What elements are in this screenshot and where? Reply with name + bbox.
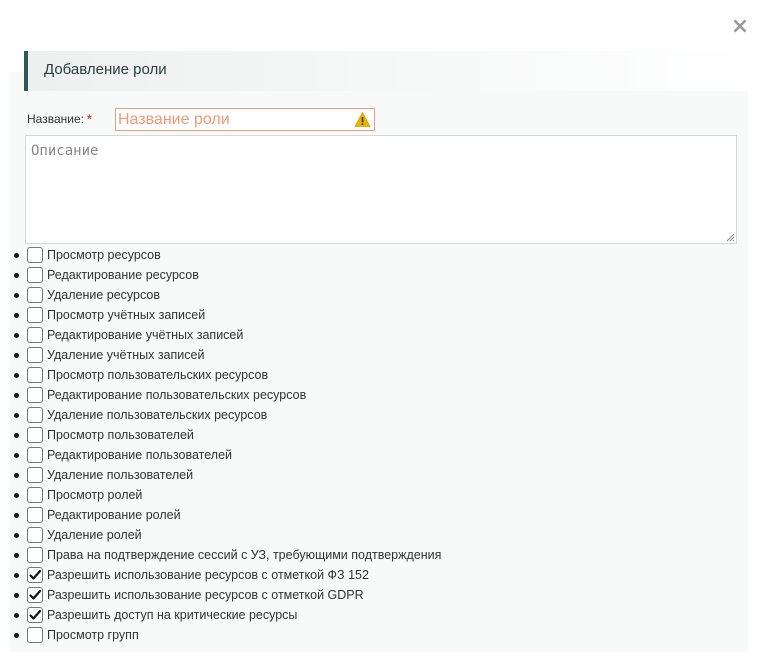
permission-label: Разрешить использование ресурсов с отмет… [47, 588, 364, 602]
permission-item: Удаление ролей [0, 525, 700, 545]
name-field[interactable] [115, 108, 375, 131]
bullet [14, 553, 19, 558]
dialog-title: Добавление роли [44, 61, 167, 78]
permission-label: Разрешить использование ресурсов с отмет… [47, 568, 369, 582]
permission-item: Редактирование пользовательских ресурсов [0, 385, 700, 405]
permission-item: Редактирование учётных записей [0, 325, 700, 345]
permission-item: Разрешить использование ресурсов с отмет… [0, 585, 700, 605]
permission-label: Удаление ресурсов [47, 288, 160, 302]
name-label: Название: * [27, 112, 92, 126]
permission-item: Разрешить доступ на критические ресурсы [0, 605, 700, 625]
bullet [14, 493, 19, 498]
permission-label: Редактирование ресурсов [47, 268, 199, 282]
bullet [14, 373, 19, 378]
bullet [14, 333, 19, 338]
permission-label: Редактирование пользователей [47, 448, 233, 462]
permission-checkbox[interactable] [27, 547, 43, 563]
required-marker: * [86, 112, 92, 126]
permission-checkbox[interactable] [27, 407, 43, 423]
bullet [14, 273, 19, 278]
dialog-header: Добавление роли [24, 51, 748, 91]
bullet [14, 613, 19, 618]
permission-item: Разрешить использование ресурсов с отмет… [0, 565, 700, 585]
permission-label: Удаление учётных записей [47, 348, 205, 362]
close-button[interactable]: × [730, 16, 750, 38]
permission-item: Просмотр ресурсов [0, 245, 700, 265]
permission-item: Просмотр учётных записей [0, 305, 700, 325]
permission-label: Просмотр ресурсов [47, 248, 161, 262]
permission-label: Редактирование учётных записей [47, 328, 244, 342]
permission-checkbox[interactable] [27, 527, 43, 543]
bullet [14, 453, 19, 458]
bullet [14, 513, 19, 518]
permission-label: Просмотр ролей [47, 488, 143, 502]
checkmark-icon [29, 589, 42, 600]
permissions-list: Просмотр ресурсов Редактирование ресурсо… [0, 245, 700, 645]
bullet [14, 293, 19, 298]
description-textarea[interactable] [25, 135, 737, 244]
bullet [14, 393, 19, 398]
permission-checkbox[interactable] [27, 447, 43, 463]
permission-checkbox[interactable] [27, 487, 43, 503]
checkmark-icon [29, 569, 42, 580]
permission-checkbox[interactable] [27, 387, 43, 403]
bullet [14, 573, 19, 578]
permission-item: Удаление пользователей [0, 465, 700, 485]
bullet [14, 473, 19, 478]
permission-checkbox-checked[interactable] [27, 567, 43, 583]
bullet [14, 433, 19, 438]
permission-item: Редактирование ресурсов [0, 265, 700, 285]
permission-label: Просмотр групп [47, 628, 139, 642]
bullet [14, 633, 19, 638]
bullet [14, 313, 19, 318]
permission-checkbox[interactable] [27, 327, 43, 343]
name-input[interactable] [118, 110, 348, 129]
permission-checkbox[interactable] [27, 347, 43, 363]
permission-label: Редактирование пользовательских ресурсов [47, 388, 307, 402]
permission-item: Просмотр групп [0, 625, 700, 645]
permission-label: Права на подтверждение сессий с УЗ, треб… [47, 548, 442, 562]
permission-label: Просмотр учётных записей [47, 308, 206, 322]
permission-item: Удаление пользовательских ресурсов [0, 405, 700, 425]
permission-label: Редактирование ролей [47, 508, 181, 522]
permission-checkbox[interactable] [27, 427, 43, 443]
permission-label: Удаление ролей [47, 528, 142, 542]
bullet [14, 353, 19, 358]
permission-label: Удаление пользовательских ресурсов [47, 408, 268, 422]
permission-label: Разрешить доступ на критические ресурсы [47, 608, 298, 622]
permission-checkbox[interactable] [27, 627, 43, 643]
permission-label: Просмотр пользовательских ресурсов [47, 368, 269, 382]
permission-item: Просмотр пользователей [0, 425, 700, 445]
permission-label: Удаление пользователей [47, 468, 194, 482]
resize-grip-icon[interactable] [725, 232, 735, 242]
permission-checkbox[interactable] [27, 267, 43, 283]
permission-checkbox[interactable] [27, 367, 43, 383]
permission-checkbox[interactable] [27, 467, 43, 483]
permission-label: Просмотр пользователей [47, 428, 194, 442]
bullet [14, 593, 19, 598]
warning-triangle-icon [354, 112, 371, 127]
permission-checkbox[interactable] [27, 287, 43, 303]
permission-item: Редактирование ролей [0, 505, 700, 525]
permission-checkbox[interactable] [27, 247, 43, 263]
permission-item: Просмотр пользовательских ресурсов [0, 365, 700, 385]
bullet [14, 253, 19, 258]
permission-checkbox[interactable] [27, 507, 43, 523]
permission-item: Удаление ресурсов [0, 285, 700, 305]
permission-item: Права на подтверждение сессий с УЗ, треб… [0, 545, 700, 565]
permission-checkbox[interactable] [27, 307, 43, 323]
bullet [14, 533, 19, 538]
bullet [14, 413, 19, 418]
checkmark-icon [29, 609, 42, 620]
permission-item: Редактирование пользователей [0, 445, 700, 465]
name-label-text: Название: [27, 112, 84, 126]
permission-item: Просмотр ролей [0, 485, 700, 505]
permission-checkbox-checked[interactable] [27, 607, 43, 623]
permission-checkbox-checked[interactable] [27, 587, 43, 603]
permission-item: Удаление учётных записей [0, 345, 700, 365]
